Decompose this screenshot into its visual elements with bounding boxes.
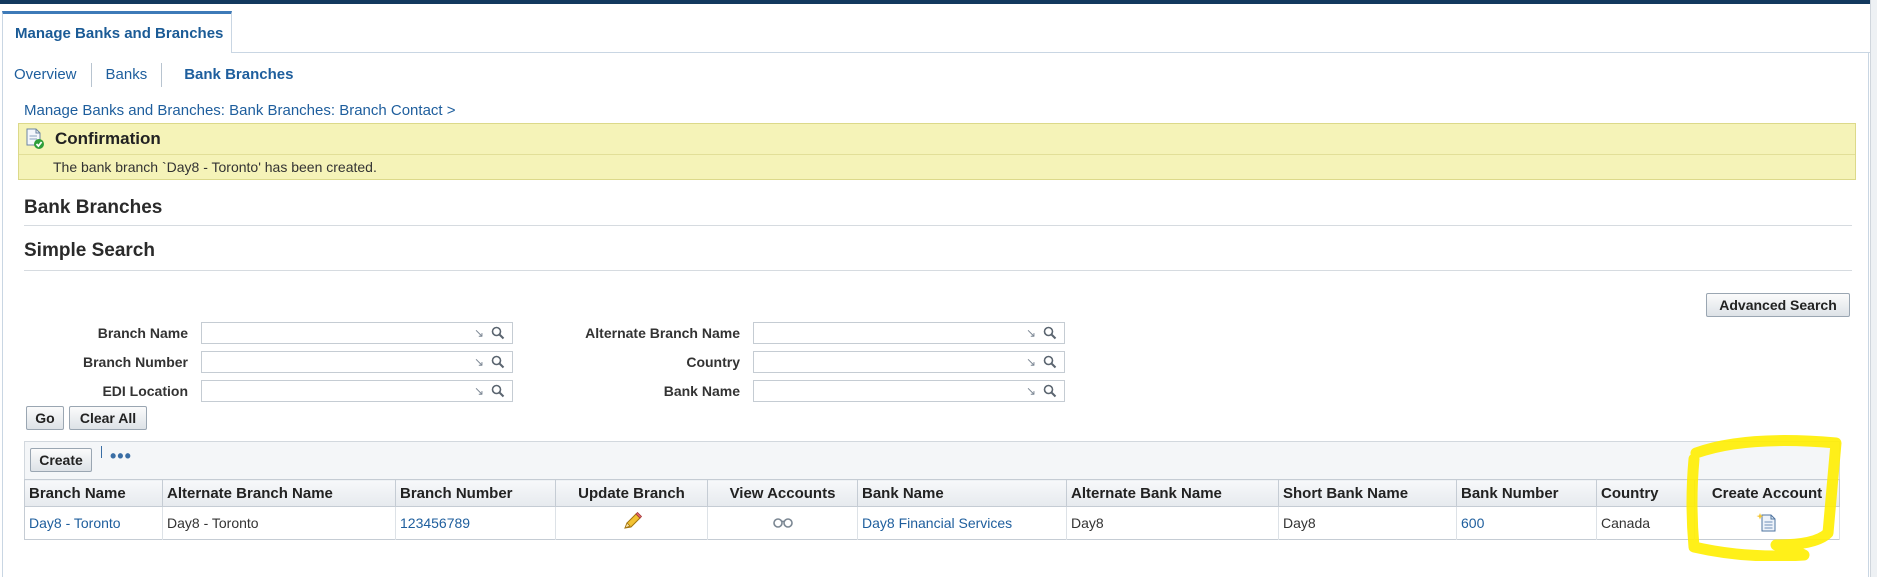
- go-label: Go: [35, 410, 55, 426]
- country-field[interactable]: ↘: [753, 351, 1065, 373]
- clear-all-label: Clear All: [79, 410, 137, 426]
- section-title-bank-branches: Bank Branches: [24, 197, 163, 218]
- search-icon[interactable]: [490, 325, 506, 341]
- table-row: Day8 - Toronto Day8 - Toronto 123456789 …: [24, 506, 1840, 540]
- search-icon[interactable]: [490, 383, 506, 399]
- table-toolbar: Create •••: [24, 441, 1840, 479]
- section-title-simple-search: Simple Search: [24, 240, 155, 261]
- section-divider: [24, 225, 1852, 226]
- main-tab-label: Manage Banks and Branches: [15, 25, 224, 42]
- branch-name-field[interactable]: ↘: [201, 322, 513, 344]
- col-country[interactable]: Country: [1596, 479, 1695, 507]
- subtab-bar: Overview Banks Bank Branches: [14, 62, 307, 88]
- lov-arrow-icon: ↘: [473, 384, 484, 398]
- col-branch-name[interactable]: Branch Name: [24, 479, 163, 507]
- alternate-branch-name-label: Alternate Branch Name: [585, 325, 740, 341]
- content-border-left: [2, 53, 3, 577]
- top-bar: [0, 0, 1877, 4]
- more-actions-icon[interactable]: •••: [110, 446, 132, 467]
- country-input[interactable]: [754, 352, 1064, 372]
- col-bank-number[interactable]: Bank Number: [1456, 479, 1597, 507]
- lov-arrow-icon: ↘: [1025, 326, 1036, 340]
- subtab-banks[interactable]: Banks: [92, 63, 163, 87]
- branch-name-label: Branch Name: [97, 325, 188, 341]
- bank-branches-table: Branch Name Alternate Branch Name Branch…: [24, 479, 1840, 540]
- alternate-branch-name-input[interactable]: [754, 323, 1064, 343]
- bank-name-input[interactable]: [754, 381, 1064, 401]
- content-border-right: [1868, 53, 1869, 577]
- confirmation-check-icon: [25, 128, 45, 150]
- table-header-row: Branch Name Alternate Branch Name Branch…: [24, 479, 1840, 507]
- col-alternate-bank-name[interactable]: Alternate Bank Name: [1066, 479, 1279, 507]
- confirmation-header: Confirmation: [19, 124, 1855, 155]
- pencil-icon[interactable]: [621, 511, 643, 532]
- col-update-branch: Update Branch: [555, 479, 708, 507]
- branch-name-link[interactable]: Day8 - Toronto: [29, 515, 121, 531]
- edi-location-label: EDI Location: [102, 383, 188, 399]
- branch-number-field[interactable]: ↘: [201, 351, 513, 373]
- search-icon[interactable]: [1042, 354, 1058, 370]
- toolbar-separator: [101, 446, 102, 458]
- lov-arrow-icon: ↘: [473, 326, 484, 340]
- lov-arrow-icon: ↘: [1025, 384, 1036, 398]
- confirmation-message: The bank branch `Day8 - Toronto' has bee…: [53, 159, 377, 175]
- tab-divider: [232, 52, 1870, 53]
- col-alternate-branch-name[interactable]: Alternate Branch Name: [162, 479, 396, 507]
- branch-number-link[interactable]: 123456789: [400, 515, 470, 531]
- bank-name-link[interactable]: Day8 Financial Services: [862, 515, 1012, 531]
- country-cell: Canada: [1596, 506, 1695, 540]
- lov-arrow-icon: ↘: [473, 355, 484, 369]
- branch-number-input[interactable]: [202, 352, 512, 372]
- confirmation-box: Confirmation The bank branch `Day8 - Tor…: [18, 123, 1856, 180]
- clear-all-button[interactable]: Clear All: [69, 406, 147, 430]
- col-short-bank-name[interactable]: Short Bank Name: [1278, 479, 1457, 507]
- branch-number-label: Branch Number: [82, 354, 188, 370]
- search-icon[interactable]: [1042, 325, 1058, 341]
- breadcrumb[interactable]: Manage Banks and Branches: Bank Branches…: [24, 102, 456, 119]
- bank-number-link[interactable]: 600: [1461, 515, 1484, 531]
- col-view-accounts: View Accounts: [707, 479, 858, 507]
- alternate-branch-name-cell: Day8 - Toronto: [162, 506, 396, 540]
- tab-manage-banks-and-branches[interactable]: Manage Banks and Branches: [2, 11, 232, 53]
- lov-arrow-icon: ↘: [1025, 355, 1036, 369]
- create-button[interactable]: Create: [30, 448, 92, 472]
- country-label: Country: [686, 354, 740, 370]
- search-icon[interactable]: [490, 354, 506, 370]
- edi-location-input[interactable]: [202, 381, 512, 401]
- branch-name-input[interactable]: [202, 323, 512, 343]
- subtab-bank-branches[interactable]: Bank Branches: [162, 63, 307, 87]
- confirmation-title: Confirmation: [55, 129, 161, 148]
- edi-location-field[interactable]: ↘: [201, 380, 513, 402]
- col-bank-name[interactable]: Bank Name: [857, 479, 1067, 507]
- subtab-overview[interactable]: Overview: [14, 63, 92, 87]
- create-document-icon[interactable]: [1756, 512, 1778, 532]
- glasses-icon[interactable]: [771, 515, 795, 529]
- bank-name-label: Bank Name: [663, 383, 740, 399]
- go-button[interactable]: Go: [26, 406, 64, 430]
- col-create-account: Create Account: [1694, 479, 1840, 507]
- scrollbar-track[interactable]: [1870, 0, 1877, 577]
- search-icon[interactable]: [1042, 383, 1058, 399]
- advanced-search-label: Advanced Search: [1719, 297, 1837, 313]
- alternate-branch-name-field[interactable]: ↘: [753, 322, 1065, 344]
- create-label: Create: [39, 452, 83, 468]
- short-bank-name-cell: Day8: [1278, 506, 1457, 540]
- advanced-search-button[interactable]: Advanced Search: [1706, 293, 1850, 317]
- col-branch-number[interactable]: Branch Number: [395, 479, 556, 507]
- bank-name-field[interactable]: ↘: [753, 380, 1065, 402]
- alternate-bank-name-cell: Day8: [1066, 506, 1279, 540]
- search-divider: [24, 270, 1852, 271]
